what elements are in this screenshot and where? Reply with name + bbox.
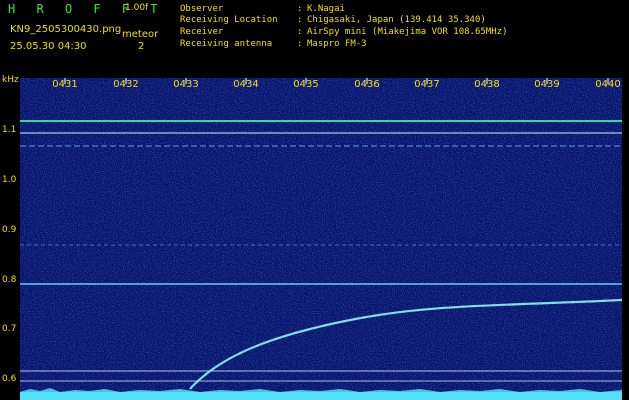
y-tick-label: 0.6 [2, 374, 17, 384]
location-label: Receiving Location [180, 15, 278, 25]
location-colon: : [297, 15, 303, 25]
y-tick-label: 1.1 [2, 125, 17, 135]
time-axis: 0431 0432 0433 0434 0435 0436 0437 0438 … [20, 79, 622, 92]
y-tick-label: 1.0 [2, 175, 17, 185]
time-tick-label: 0437 [414, 79, 440, 90]
time-tick-label: 0432 [113, 79, 139, 90]
location-value: Chigasaki, Japan (139.414 35.340) [307, 15, 486, 25]
y-tick-label: 0.8 [2, 275, 17, 285]
y-tick-label: 0.9 [2, 225, 17, 235]
spectrogram-canvas [20, 78, 622, 400]
receiver-colon: : [297, 27, 303, 37]
time-tick-label: 0431 [52, 79, 78, 90]
time-tick-label: 0440 [595, 79, 621, 90]
antenna-value: Maspro FM-3 [307, 39, 367, 49]
time-tick-label: 0435 [293, 79, 319, 90]
meteor-label: meteor [122, 29, 159, 40]
antenna-label: Receiving antenna [180, 39, 273, 49]
observer-colon: : [297, 4, 303, 14]
y-tick-label: 0.7 [2, 324, 17, 334]
receiver-value: AirSpy mini (Miakejima VOR 108.65MHz) [307, 27, 508, 37]
meteor-count: 2 [138, 41, 145, 52]
observer-label: Observer [180, 4, 224, 14]
frequency-unit-label: kHz [2, 75, 19, 85]
observer-value: K.Nagai [307, 4, 345, 14]
time-tick-label: 0439 [534, 79, 560, 90]
time-tick-label: 0438 [474, 79, 500, 90]
datetime-label: 25.05.30 04:30 [10, 41, 87, 52]
version-label: 1.00f [125, 3, 149, 13]
time-tick-label: 0436 [354, 79, 380, 90]
time-tick-label: 0433 [173, 79, 199, 90]
antenna-colon: : [297, 39, 303, 49]
noise-texture [20, 78, 622, 400]
filename-label: KN9_2505300430.png [10, 24, 122, 35]
spectrogram[interactable] [20, 78, 622, 400]
header-panel: H R O F F T 1.00f KN9_2505300430.png met… [0, 0, 629, 75]
receiver-label: Receiver [180, 27, 224, 37]
time-tick-label: 0434 [233, 79, 259, 90]
